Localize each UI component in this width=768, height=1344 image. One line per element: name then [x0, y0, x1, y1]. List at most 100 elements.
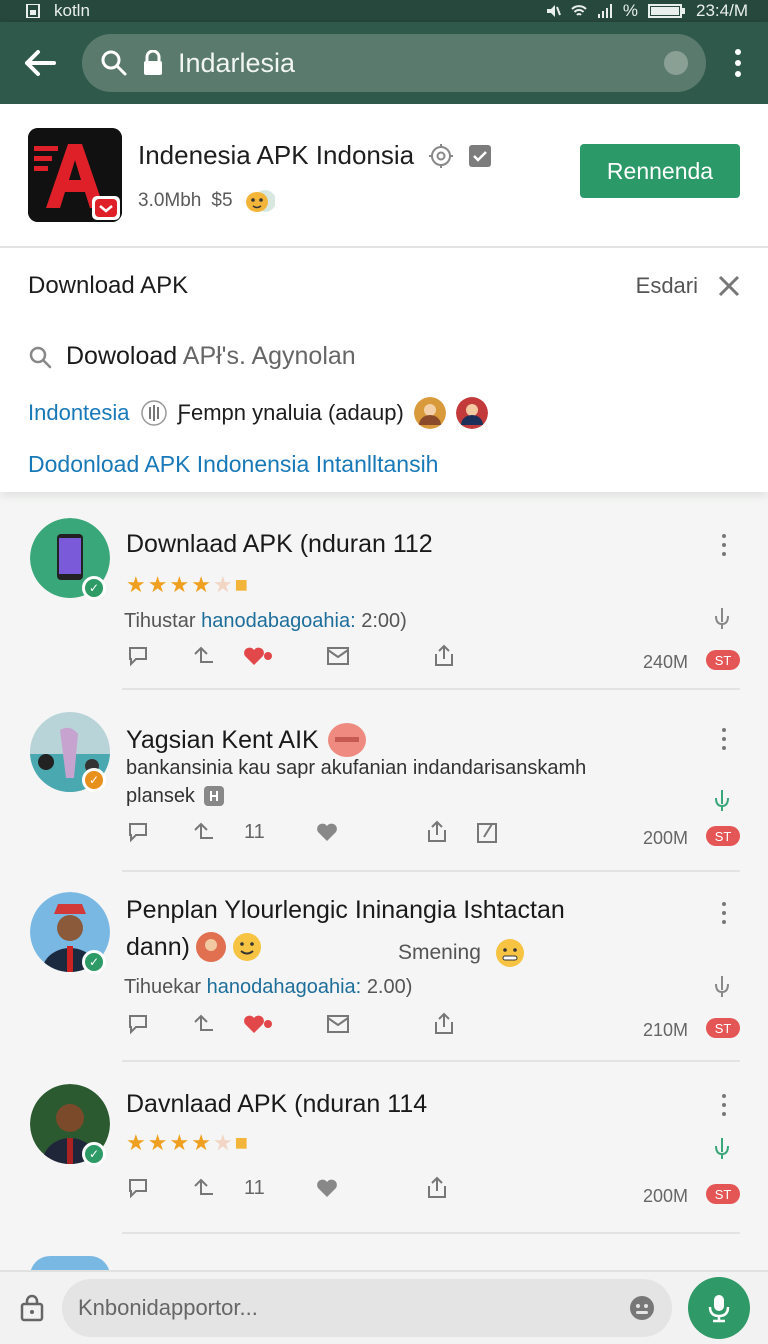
mic-icon[interactable]	[710, 606, 734, 630]
signal-icon	[597, 4, 612, 18]
notification-icon	[26, 4, 40, 18]
primary-action-button[interactable]: Rennenda	[580, 144, 740, 198]
search-icon	[101, 50, 127, 76]
message-icon[interactable]	[326, 644, 350, 668]
feed: ✓ Downlaad APK (nduran 112 ★ ★ ★ ★ ★ ■ Tihust…	[0, 492, 768, 1276]
repost-icon[interactable]	[192, 820, 216, 844]
app-title: Indenesia APK Indonsia	[138, 140, 415, 170]
toolbar: Indarlesia	[0, 22, 768, 104]
comment-icon[interactable]	[126, 1176, 150, 1200]
status-bar: kotln % 23:4/M	[0, 0, 768, 22]
lock-icon	[144, 50, 162, 75]
bag-icon[interactable]	[18, 1294, 46, 1322]
emoji-icon[interactable]	[628, 1294, 656, 1322]
comment-icon[interactable]	[126, 1012, 150, 1036]
body-line: plansek	[126, 785, 195, 807]
grin-emoji-icon	[495, 939, 524, 967]
list-item[interactable]: ✓ Downlaad APK (nduran 112 ★ ★ ★ ★ ★ ■ Tihust…	[0, 492, 768, 690]
divider	[122, 1232, 740, 1234]
post-menu-button[interactable]	[720, 902, 728, 924]
post-menu-button[interactable]	[720, 534, 728, 556]
post-meta: Tihustar hanodabagoahia: 2:00)	[124, 610, 407, 633]
heart-icon[interactable]	[315, 1176, 339, 1200]
search-query: Dowoload	[66, 342, 178, 370]
file-size: 240M	[642, 652, 688, 672]
checkbox-icon[interactable]	[468, 144, 492, 168]
mic-icon	[708, 1295, 730, 1323]
rating-stars: ★ ★ ★ ★ ★ ■	[126, 572, 248, 597]
clock: 23:4/M	[696, 1, 748, 20]
message-icon[interactable]	[326, 1012, 350, 1036]
share-icon[interactable]	[425, 820, 449, 844]
meta-prefix: Tihustar	[124, 610, 196, 632]
close-icon[interactable]	[718, 275, 740, 297]
bottom-bar: Knbonidapportor...	[0, 1270, 768, 1344]
edit-icon[interactable]	[475, 820, 499, 844]
list-item[interactable]: ✓ Yagsian Kent AIK bankansinia kau sapr …	[0, 688, 768, 872]
panel-title: Download APK	[28, 272, 189, 299]
mic-icon[interactable]	[710, 1136, 734, 1160]
meta-link[interactable]: hanodabagoahia:	[201, 610, 356, 632]
search-icon	[29, 346, 52, 368]
compose-input[interactable]: Knbonidapportor...	[62, 1279, 672, 1337]
post-title: Davnlaad APK (nduran 114	[126, 1090, 428, 1118]
post-title: Downlaad APK (nduran 112	[126, 530, 433, 558]
heart-icon[interactable]	[242, 644, 274, 668]
share-icon[interactable]	[425, 1176, 449, 1200]
repost-count: 11	[244, 1176, 265, 1199]
avatar	[195, 932, 226, 962]
mic-icon[interactable]	[710, 974, 734, 998]
list-item[interactable]: ✓ Penplan Ylourlengic Ininangia Ishtacta…	[0, 870, 768, 1062]
repost-icon[interactable]	[192, 1012, 216, 1036]
status-badge: ST	[706, 1184, 740, 1204]
wifi-icon	[571, 5, 587, 16]
voice-button[interactable]	[688, 1277, 750, 1339]
heart-icon[interactable]	[315, 820, 339, 844]
repost-icon[interactable]	[192, 644, 216, 668]
meta-time: 2:00)	[361, 610, 407, 632]
share-icon[interactable]	[432, 1012, 456, 1036]
side-text: Smening	[398, 941, 481, 964]
overflow-menu-button[interactable]	[728, 43, 748, 83]
side-label: Smening	[398, 938, 525, 968]
post-body: bankansinia kau sapr akufanian indandari…	[126, 754, 646, 810]
comment-icon[interactable]	[126, 644, 150, 668]
url-text: Indarlesia	[178, 47, 296, 78]
panel-search[interactable]: Dowoload APł's. Agynolan	[28, 342, 740, 371]
body-line: bankansinia kau sapr akufanian indandari…	[126, 757, 587, 779]
battery-icon	[648, 4, 686, 18]
meta-link[interactable]: hanodahagoahia:	[207, 976, 362, 998]
list-item[interactable]: ✓ Davnlaad APK (nduran 114 ★ ★ ★ ★ ★ ■ 11 200…	[0, 1062, 768, 1236]
avatar[interactable]	[455, 397, 488, 429]
gear-icon[interactable]	[428, 143, 454, 169]
comment-icon[interactable]	[126, 820, 150, 844]
meta-time: 2.00)	[366, 976, 413, 998]
post-title: Penplan Ylourlengic Ininangia Ishtactan	[126, 896, 565, 924]
status-badge: ST	[706, 650, 740, 670]
post-meta: Tihuekar hanodahagoahia: 2.00)	[124, 976, 412, 999]
heart-icon[interactable]	[242, 1012, 274, 1036]
audio-icon	[140, 400, 167, 426]
mute-icon	[546, 5, 561, 17]
region-link[interactable]: Indontesia	[28, 400, 130, 426]
mic-icon[interactable]	[710, 788, 734, 812]
post-title-text: dann)	[126, 932, 190, 961]
verified-badge-icon: ✓	[82, 576, 106, 600]
address-bar[interactable]: Indarlesia	[82, 34, 706, 92]
download-panel: Download APK Esdari Dowoload APł's. Agyn…	[0, 248, 768, 492]
compose-placeholder: Knbonidapportor...	[78, 1295, 258, 1320]
post-menu-button[interactable]	[720, 1094, 728, 1116]
smile-emoji-icon	[232, 933, 261, 961]
avatar[interactable]	[413, 397, 446, 429]
app-logo-graphic	[28, 128, 122, 222]
post-title: Yagsian Kent AIK	[126, 722, 367, 758]
download-link[interactable]: Dodonload APK Indonensia Intanlltansih	[28, 451, 740, 478]
status-badge: ST	[706, 826, 740, 846]
post-menu-button[interactable]	[720, 728, 728, 750]
status-left-text: kotln	[54, 1, 90, 20]
repost-icon[interactable]	[192, 1176, 216, 1200]
panel-action-link[interactable]: Esdari	[636, 273, 698, 299]
share-icon[interactable]	[432, 644, 456, 668]
back-button[interactable]	[20, 43, 60, 83]
status-dot-icon[interactable]	[664, 51, 688, 75]
